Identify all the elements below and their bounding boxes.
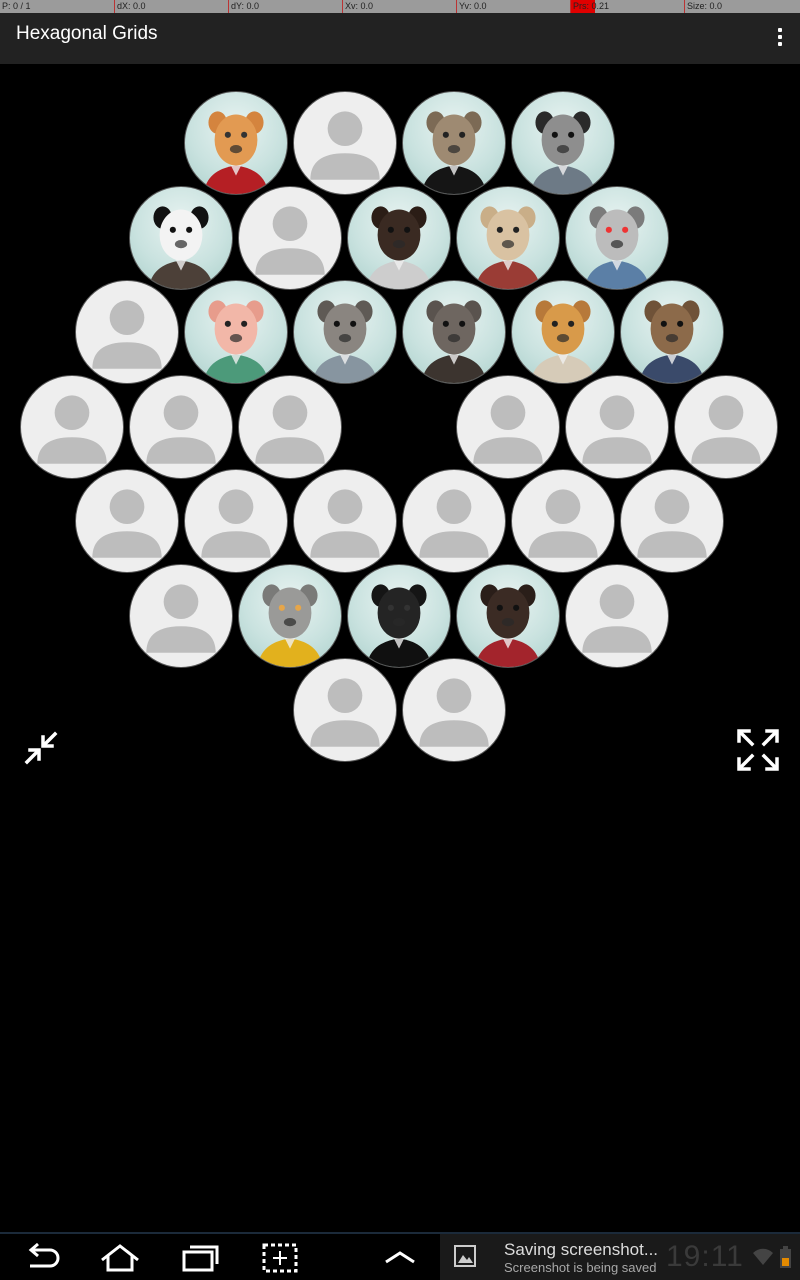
debug-pressure: Prs: 0.21: [570, 0, 684, 13]
avatar-owl[interactable]: [238, 563, 342, 668]
clock: 19:11: [666, 1240, 744, 1273]
debug-pointer-count: P: 0 / 1: [2, 1, 31, 11]
avatar-placeholder[interactable]: [565, 374, 669, 479]
avatar-monkey[interactable]: [456, 563, 560, 668]
pointer-debug-bar: P: 0 / 1 dX: 0.0 dY: 0.0 Xv: 0.0 Yv: 0.0…: [0, 0, 800, 13]
avatar-llama[interactable]: [456, 185, 560, 290]
back-icon[interactable]: [18, 1240, 66, 1276]
avatar-lemur[interactable]: [565, 185, 669, 290]
avatar-placeholder[interactable]: [674, 374, 778, 479]
debug-dy: dY: 0.0: [228, 0, 342, 13]
battery-icon: [780, 1246, 791, 1268]
avatar-placeholder[interactable]: [129, 563, 233, 668]
zoom-out-icon[interactable]: [737, 729, 779, 771]
recent-apps-icon[interactable]: [176, 1240, 224, 1276]
avatar-placeholder[interactable]: [401, 469, 506, 573]
notification-area[interactable]: Saving screenshot... Screenshot is being…: [440, 1234, 800, 1280]
overflow-menu-icon[interactable]: [768, 19, 792, 55]
debug-yv: Yv: 0.0: [456, 0, 570, 13]
avatar-placeholder[interactable]: [74, 280, 179, 384]
avatar-cat[interactable]: [183, 91, 288, 195]
avatar-placeholder[interactable]: [183, 469, 288, 573]
avatar-placeholder[interactable]: [292, 91, 397, 195]
action-bar: Hexagonal Grids: [0, 13, 800, 64]
avatar-placeholder[interactable]: [292, 658, 397, 762]
hex-grid[interactable]: [0, 64, 800, 784]
avatar-placeholder[interactable]: [20, 374, 124, 479]
avatar-bear[interactable]: [347, 185, 451, 290]
avatar-raccoon[interactable]: [292, 280, 397, 384]
avatar-placeholder[interactable]: [401, 658, 506, 762]
debug-dx: dX: 0.0: [114, 0, 228, 13]
avatar-placeholder[interactable]: [129, 374, 233, 479]
system-navigation-bar: Saving screenshot... Screenshot is being…: [0, 1232, 800, 1280]
avatar-ostrich[interactable]: [510, 91, 615, 195]
avatar-giraffe[interactable]: [510, 280, 615, 384]
avatar-placeholder[interactable]: [238, 185, 342, 290]
avatar-placeholder[interactable]: [74, 469, 179, 573]
home-icon[interactable]: [96, 1240, 144, 1276]
notification-title: Saving screenshot...: [504, 1240, 659, 1259]
avatar-wolf[interactable]: [401, 91, 506, 195]
wifi-icon: [752, 1248, 774, 1266]
avatar-sloth[interactable]: [619, 280, 724, 384]
debug-size: Size: 0.0: [684, 0, 800, 13]
avatar-placeholder[interactable]: [510, 469, 615, 573]
avatar-panda[interactable]: [129, 185, 233, 290]
avatar-placeholder[interactable]: [619, 469, 724, 573]
avatar-bull[interactable]: [347, 563, 451, 668]
debug-xv: Xv: 0.0: [342, 0, 456, 13]
avatar-placeholder[interactable]: [565, 563, 669, 668]
avatar-rhino[interactable]: [401, 280, 506, 384]
avatar-placeholder[interactable]: [238, 374, 342, 479]
screenshot-icon[interactable]: [256, 1240, 304, 1276]
app-title: Hexagonal Grids: [16, 23, 158, 44]
image-icon: [454, 1245, 476, 1267]
zoom-in-icon[interactable]: [24, 731, 58, 765]
avatar-placeholder[interactable]: [456, 374, 560, 479]
chevron-up-icon[interactable]: [376, 1240, 424, 1276]
notification-subtitle: Screenshot is being saved: [504, 1260, 657, 1275]
avatar-pig[interactable]: [183, 280, 288, 384]
avatar-placeholder[interactable]: [292, 469, 397, 573]
